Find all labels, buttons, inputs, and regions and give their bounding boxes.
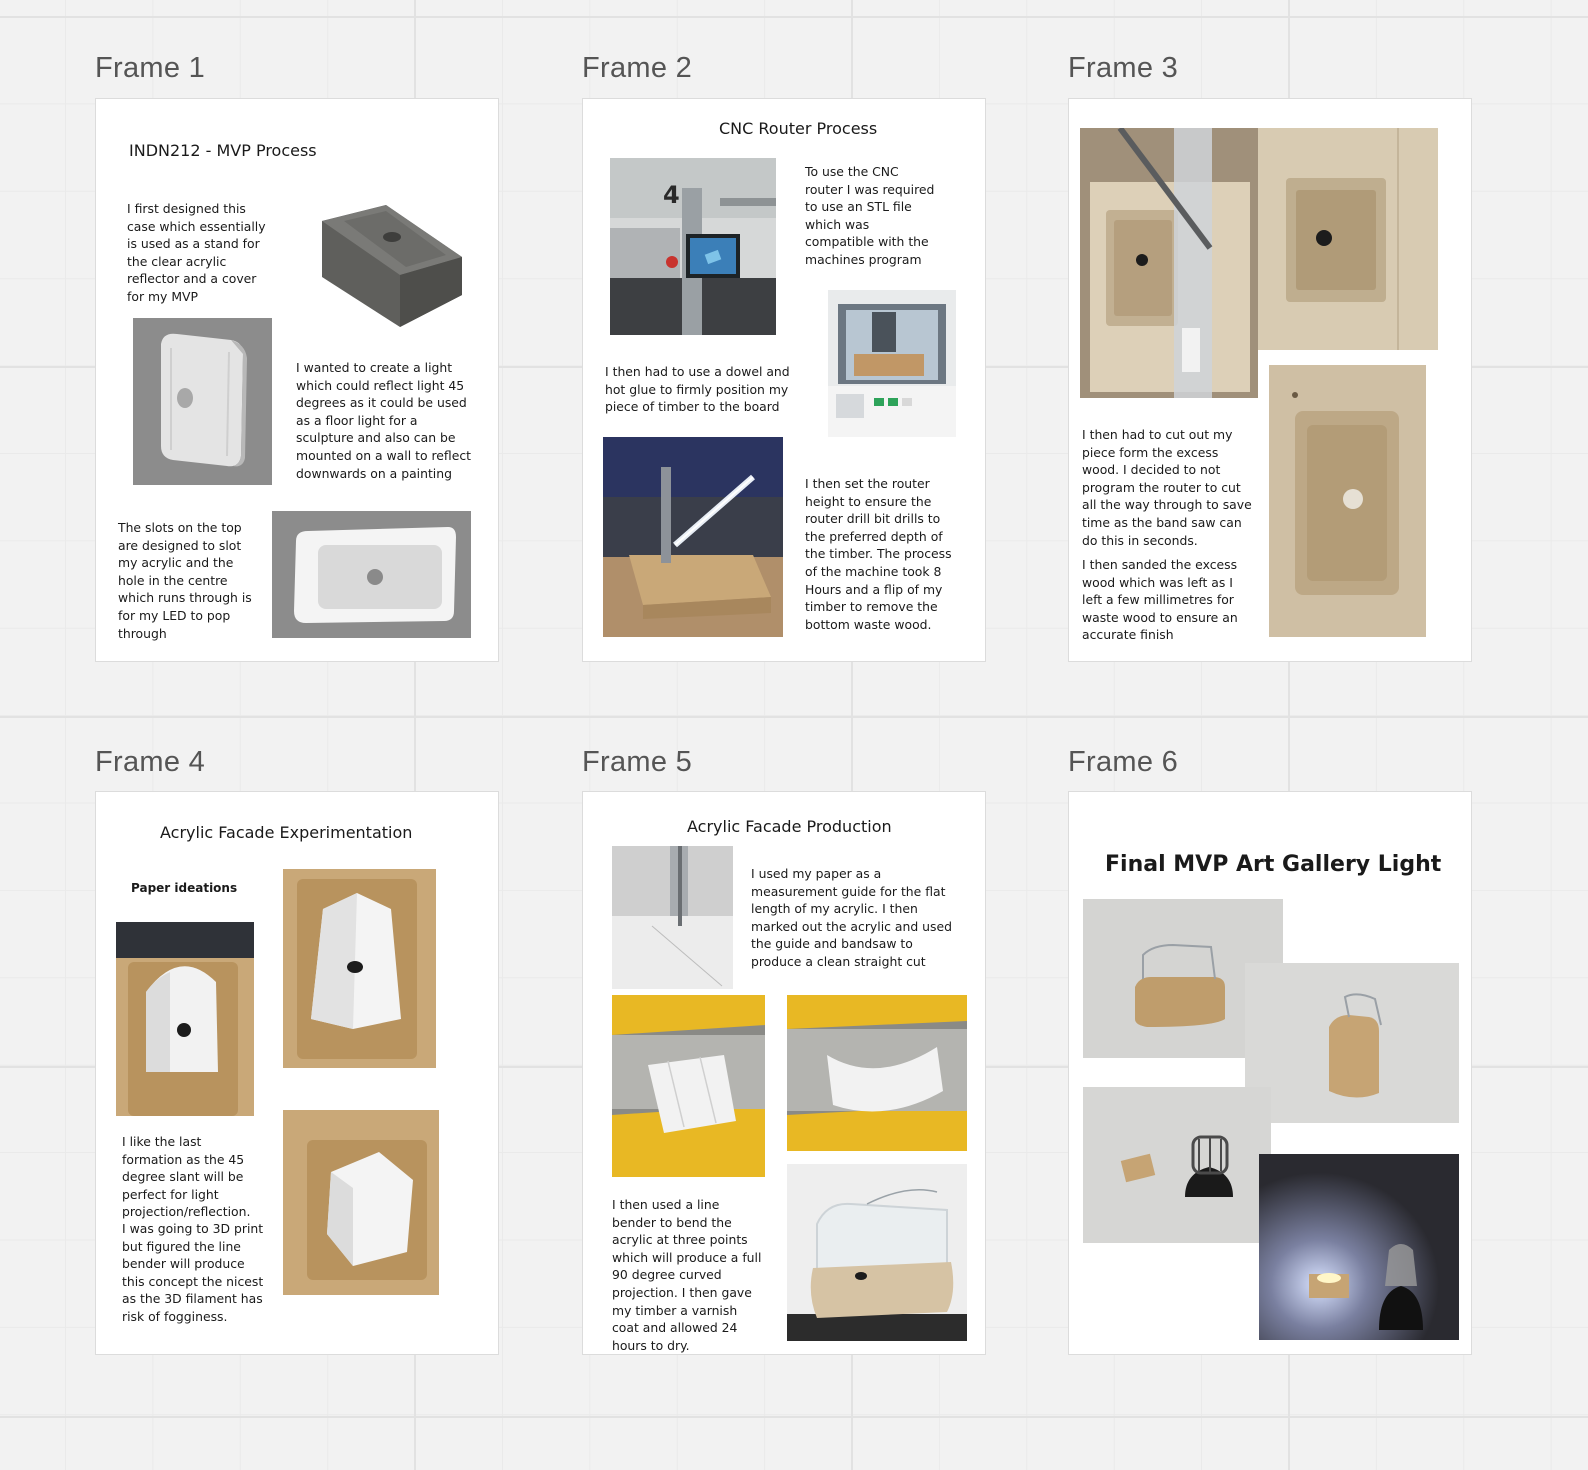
text-block: I used my paper as a measurement guide f… — [751, 866, 952, 969]
frame-label-5[interactable]: Frame 5 — [582, 746, 692, 779]
final-light-photo-4 — [1259, 1154, 1459, 1340]
router-cutting-photo — [603, 437, 783, 637]
case-front-render-image — [133, 318, 272, 485]
frame-5[interactable]: Acrylic Facade Production I used my pape… — [582, 791, 986, 1355]
frame-label-4[interactable]: Frame 4 — [95, 746, 205, 779]
frame-2[interactable]: CNC Router Process 4 To use the CNC rout… — [582, 98, 986, 662]
text-block: I then sanded the excess wood which was … — [1082, 557, 1238, 643]
frame-title: CNC Router Process — [719, 119, 878, 138]
frame-label-2[interactable]: Frame 2 — [582, 52, 692, 85]
paper-curve-photo — [116, 922, 254, 1116]
text-block: I first designed this case which essenti… — [127, 201, 266, 304]
frame-4[interactable]: Acrylic Facade Experimentation Paper ide… — [95, 791, 499, 1355]
bandsaw-cut-photo — [612, 846, 733, 989]
text-block: I then had to cut out my piece form the … — [1082, 427, 1252, 548]
frame-3[interactable]: I then had to cut out my piece form the … — [1068, 98, 1472, 662]
case-top-render-image — [272, 511, 471, 638]
frame-title: INDN212 - MVP Process — [129, 141, 317, 160]
text-block: I like the last formation as the 45 degr… — [122, 1134, 251, 1220]
frame-subtitle: Paper ideations — [131, 881, 238, 895]
machine-number-label: 4 — [663, 181, 680, 209]
paper-tent-photo — [283, 869, 436, 1068]
line-bender-photo-2 — [787, 995, 967, 1151]
frame-1[interactable]: INDN212 - MVP Process I first designed t… — [95, 98, 499, 662]
cnc-router-interior-photo — [828, 290, 956, 437]
text-block: To use the CNC router I was required to … — [805, 164, 935, 267]
line-bender-photo-1 — [612, 995, 765, 1177]
frame-title: Final MVP Art Gallery Light — [1105, 852, 1442, 877]
cnc-machine-photo — [610, 158, 776, 335]
text-block: I then had to use a dowel and hot glue t… — [605, 364, 790, 415]
case-render-image — [314, 199, 474, 331]
frame-title: Acrylic Facade Production — [687, 817, 892, 836]
text-block: I then set the router height to ensure t… — [805, 476, 952, 632]
final-light-photo-2 — [1245, 963, 1459, 1123]
wood-pocket-photo — [1258, 128, 1438, 350]
varnished-piece-photo — [787, 1164, 967, 1341]
paper-slant-photo — [283, 1110, 439, 1295]
sanded-wood-photo — [1269, 365, 1426, 637]
frame-6[interactable]: Final MVP Art Gallery Light — [1068, 791, 1472, 1355]
wood-board-ruler-photo — [1080, 128, 1258, 398]
frame-label-1[interactable]: Frame 1 — [95, 52, 205, 85]
text-block: I was going to 3D print but figured the … — [122, 1221, 264, 1324]
frame-title: Acrylic Facade Experimentation — [160, 823, 413, 842]
text-block: I then used a line bender to bend the ac… — [612, 1197, 762, 1353]
text-block: The slots on the top are designed to slo… — [118, 520, 252, 641]
text-block: I wanted to create a light which could r… — [296, 360, 472, 481]
final-light-photo-3 — [1083, 1087, 1271, 1243]
frame-label-6[interactable]: Frame 6 — [1068, 746, 1178, 779]
frame-label-3[interactable]: Frame 3 — [1068, 52, 1178, 85]
